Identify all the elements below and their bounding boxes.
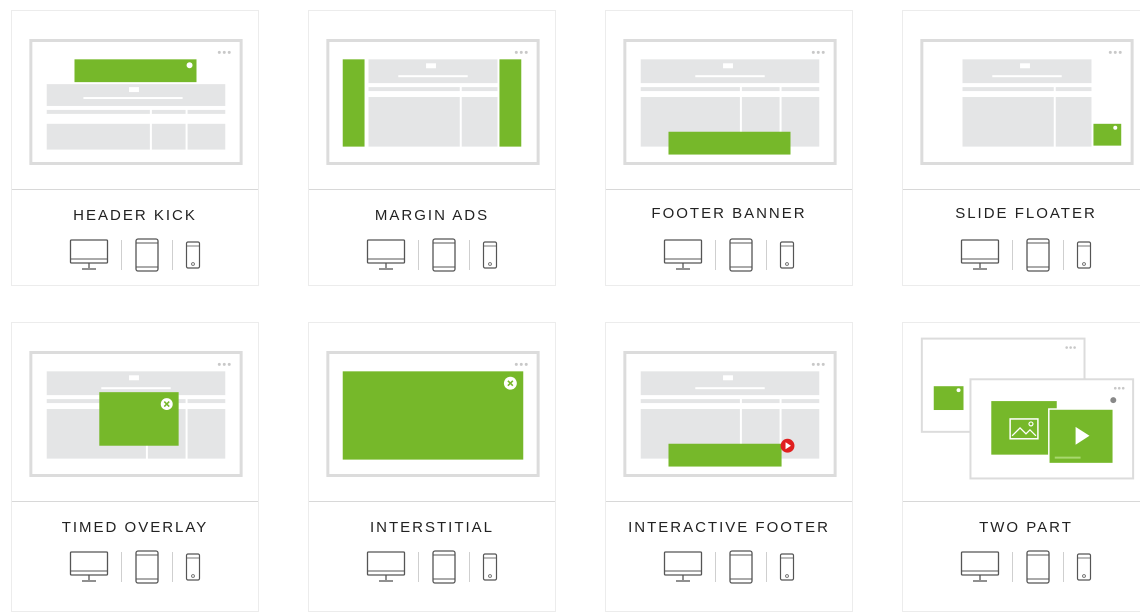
- card-margin-ads[interactable]: MARGIN ADS: [308, 10, 556, 286]
- card-title: INTERSTITIAL: [369, 519, 494, 536]
- device-icons: [309, 550, 555, 584]
- device-separator: [418, 552, 419, 582]
- phone-icon: [779, 241, 795, 269]
- desktop-icon: [69, 238, 109, 272]
- interactive-footer-ad: [668, 443, 782, 467]
- tablet-icon: [1025, 550, 1051, 584]
- footer-banner-ad: [668, 131, 791, 155]
- phone-icon: [185, 553, 201, 581]
- desktop-icon: [663, 238, 703, 272]
- interstitial-ad: [342, 371, 524, 460]
- desktop-icon: [960, 550, 1000, 584]
- card-header-kick[interactable]: HEADER KICK: [11, 10, 259, 286]
- desktop-icon: [960, 238, 1000, 272]
- device-separator: [172, 240, 173, 270]
- tablet-icon: [134, 550, 160, 584]
- card-divider: [606, 189, 852, 190]
- card-divider: [606, 501, 852, 502]
- desktop-icon: [366, 550, 406, 584]
- device-icons: [309, 238, 555, 272]
- phone-icon: [1076, 553, 1092, 581]
- image-ad: [991, 401, 1057, 455]
- footer-banner-preview: [623, 38, 837, 165]
- phone-icon: [482, 241, 498, 269]
- card-title: HEADER KICK: [73, 207, 197, 224]
- device-separator: [766, 240, 767, 270]
- card-slide-floater[interactable]: SLIDE FLOATER: [902, 10, 1140, 286]
- card-divider: [903, 189, 1140, 190]
- desktop-icon: [69, 550, 109, 584]
- device-separator: [469, 552, 470, 582]
- device-icons: [903, 550, 1140, 584]
- card-two-part[interactable]: TWO PART: [902, 322, 1140, 612]
- tablet-icon: [431, 238, 457, 272]
- header-kick-preview: [29, 38, 243, 165]
- tablet-icon: [1025, 238, 1051, 272]
- card-interactive-footer[interactable]: INTERACTIVE FOOTER: [605, 322, 853, 612]
- card-title: INTERACTIVE FOOTER: [628, 519, 830, 536]
- tablet-icon: [728, 238, 754, 272]
- desktop-icon: [663, 550, 703, 584]
- device-separator: [766, 552, 767, 582]
- tablet-icon: [431, 550, 457, 584]
- device-separator: [121, 552, 122, 582]
- device-icons: [606, 550, 852, 584]
- device-separator: [172, 552, 173, 582]
- phone-icon: [779, 553, 795, 581]
- phone-icon: [482, 553, 498, 581]
- device-separator: [121, 240, 122, 270]
- card-title: SLIDE FLOATER: [955, 205, 1097, 222]
- card-divider: [12, 189, 258, 190]
- card-title: TIMED OVERLAY: [61, 519, 209, 536]
- device-icons: [903, 238, 1140, 272]
- ad-format-grid: HEADER KICK MARGIN ADS FOOTER BANNER SLI…: [0, 0, 1140, 612]
- card-interstitial[interactable]: INTERSTITIAL: [308, 322, 556, 612]
- device-separator: [715, 552, 716, 582]
- slide-floater-preview: [920, 38, 1134, 165]
- card-title: FOOTER BANNER: [651, 205, 807, 222]
- right-margin-ad: [499, 59, 522, 147]
- two-part-preview: [920, 337, 1135, 480]
- desktop-icon: [366, 238, 406, 272]
- card-title: MARGIN ADS: [374, 207, 490, 224]
- phone-icon: [185, 241, 201, 269]
- card-divider: [903, 501, 1140, 502]
- tablet-icon: [728, 550, 754, 584]
- tablet-icon: [134, 238, 160, 272]
- header-kick-ad: [74, 59, 197, 83]
- device-separator: [1012, 240, 1013, 270]
- card-title: TWO PART: [979, 519, 1073, 536]
- interactive-footer-preview: [623, 350, 837, 477]
- margin-ads-preview: [326, 38, 540, 165]
- timed-overlay-preview: [29, 350, 243, 477]
- card-divider: [309, 189, 555, 190]
- card-footer-banner[interactable]: FOOTER BANNER: [605, 10, 853, 286]
- device-separator: [715, 240, 716, 270]
- device-separator: [1063, 552, 1064, 582]
- interstitial-preview: [326, 350, 540, 477]
- device-separator: [1012, 552, 1013, 582]
- device-separator: [469, 240, 470, 270]
- device-separator: [418, 240, 419, 270]
- left-margin-ad: [342, 59, 365, 147]
- card-divider: [12, 501, 258, 502]
- device-icons: [12, 550, 258, 584]
- device-separator: [1063, 240, 1064, 270]
- card-timed-overlay[interactable]: TIMED OVERLAY: [11, 322, 259, 612]
- device-icons: [606, 238, 852, 272]
- device-icons: [12, 238, 258, 272]
- phone-icon: [1076, 241, 1092, 269]
- card-divider: [309, 501, 555, 502]
